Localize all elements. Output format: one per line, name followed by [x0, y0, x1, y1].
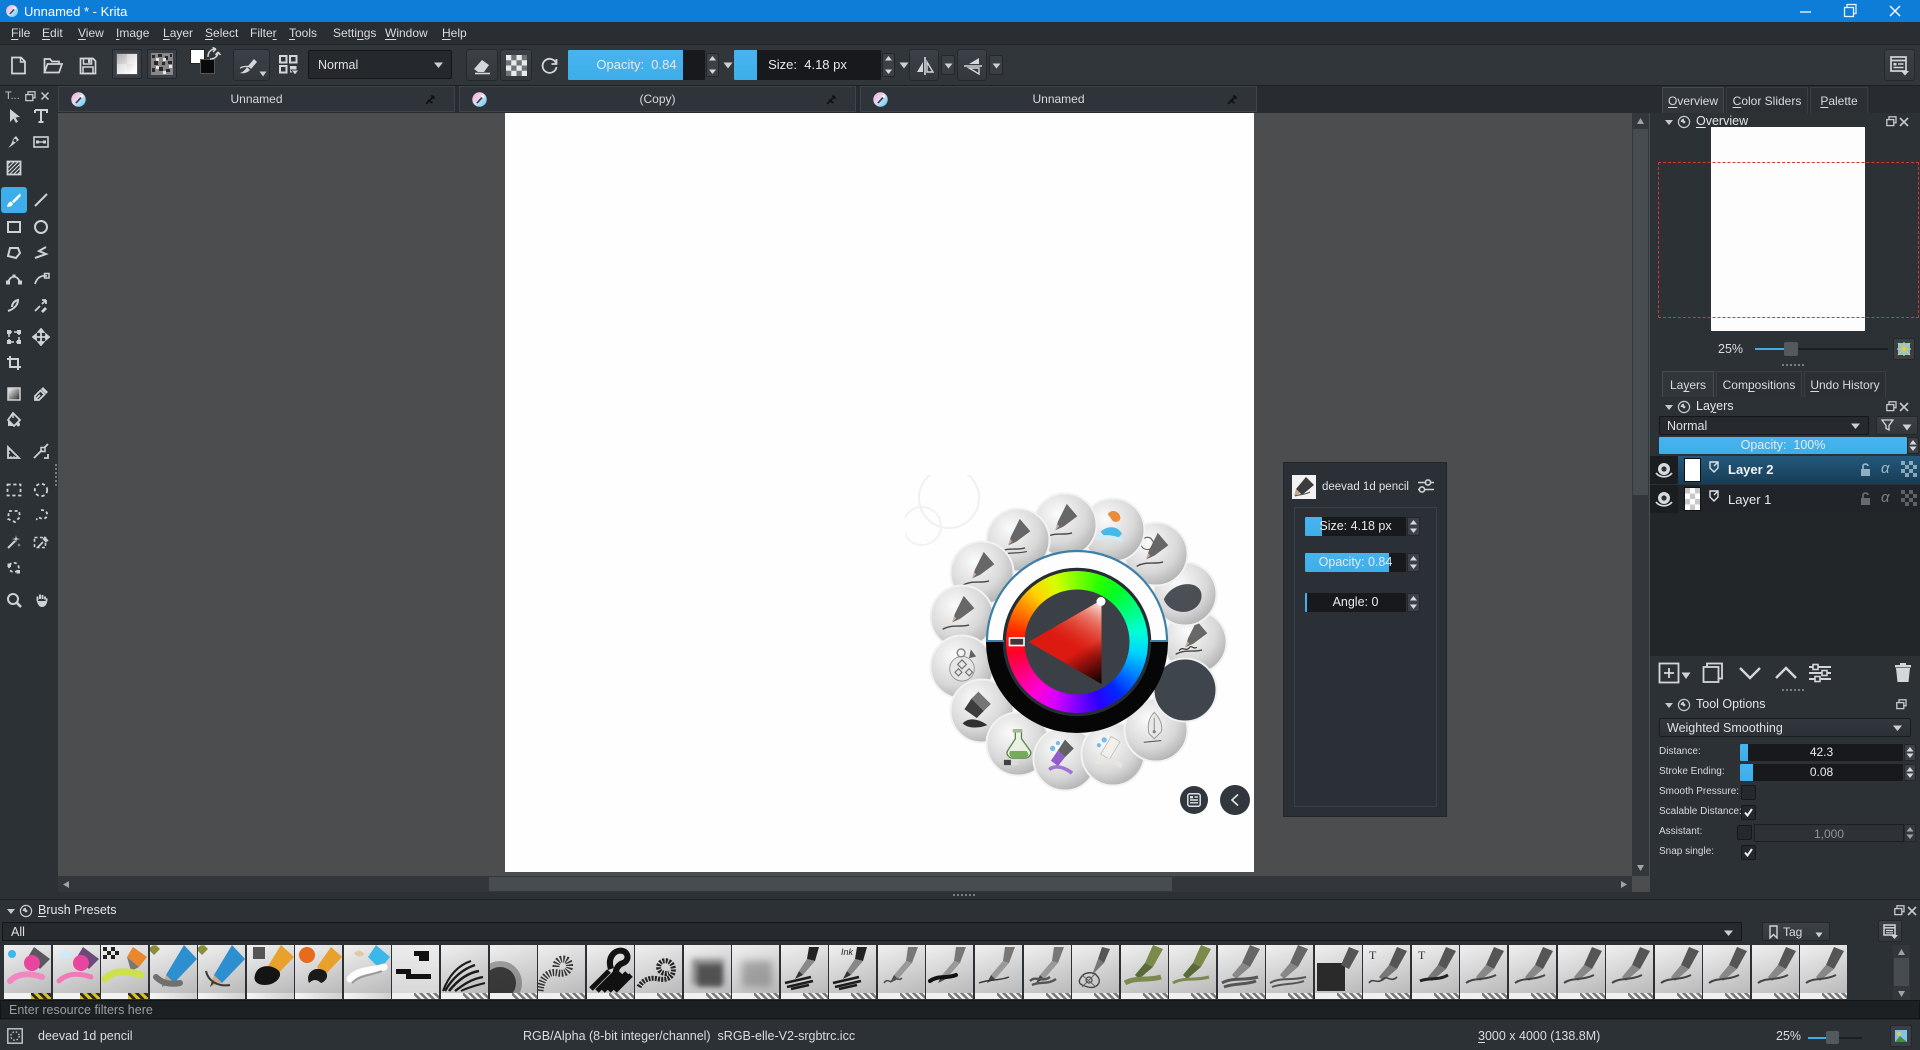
svg-text:Ink: Ink: [841, 947, 854, 957]
svg-text:T: T: [1418, 948, 1426, 962]
svg-text:T: T: [1369, 948, 1377, 962]
